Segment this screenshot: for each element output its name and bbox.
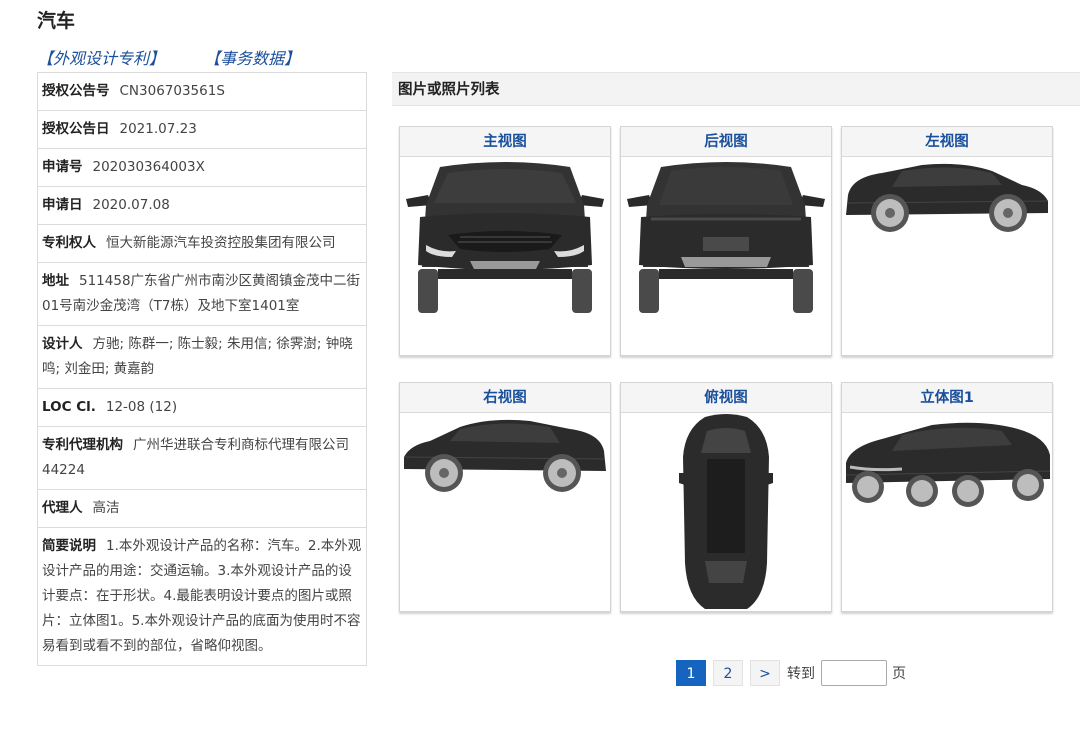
grant-date-row: 授权公告日 2021.07.23 <box>38 111 366 149</box>
view-card-right[interactable]: 右视图 <box>399 382 611 612</box>
page-2-button[interactable]: 2 <box>713 660 743 686</box>
loc-value: 12-08 (12) <box>105 399 178 415</box>
field-label: 授权公告号 <box>42 83 110 99</box>
transaction-data-link[interactable]: 【事务数据】 <box>204 49 300 68</box>
designer-value: 方驰; 陈群一; 陈士毅; 朱用信; 徐霁澍; 钟晓鸣; 刘金田; 黄嘉韵 <box>42 336 353 377</box>
brief-value: 1.本外观设计产品的名称：汽车。2.本外观设计产品的用途：交通运输。3.本外观设… <box>42 538 362 654</box>
field-label: 申请号 <box>42 159 83 175</box>
app-no-value: 202030364003X <box>92 159 205 175</box>
field-label: 专利权人 <box>42 235 96 251</box>
loc-row: LOC Cl. 12-08 (12) <box>38 389 366 427</box>
view-title[interactable]: 左视图 <box>842 127 1052 157</box>
view-card-front[interactable]: 主视图 <box>399 126 611 356</box>
address-row: 地址 511458广东省广州市南沙区黄阁镇金茂中二街01号南沙金茂湾（T7栋）及地… <box>38 263 366 326</box>
field-label: LOC Cl. <box>42 399 96 415</box>
app-date-value: 2020.07.08 <box>92 197 170 213</box>
patentee-value: 恒大新能源汽车投资控股集团有限公司 <box>106 235 336 251</box>
view-title[interactable]: 立体图1 <box>842 383 1052 413</box>
field-label: 授权公告日 <box>42 121 110 137</box>
grant-no-row: 授权公告号 CN306703561S <box>38 73 366 111</box>
top-links: 【外观设计专利】 【事务数据】 <box>37 45 300 69</box>
next-page-button[interactable]: > <box>750 660 780 686</box>
view-title[interactable]: 后视图 <box>621 127 831 157</box>
agent-row: 代理人 高洁 <box>38 490 366 528</box>
car-top-image[interactable] <box>621 413 831 611</box>
designer-row: 设计人 方驰; 陈群一; 陈士毅; 朱用信; 徐霁澍; 钟晓鸣; 刘金田; 黄嘉韵 <box>38 326 366 389</box>
grant-date-value: 2021.07.23 <box>119 121 197 137</box>
field-label: 申请日 <box>42 197 83 213</box>
field-label: 专利代理机构 <box>42 437 123 453</box>
page-unit-label: 页 <box>892 666 906 682</box>
app-no-row: 申请号 202030364003X <box>38 149 366 187</box>
car-front-image[interactable] <box>400 157 610 355</box>
page-number-input[interactable] <box>821 660 887 686</box>
address-value: 511458广东省广州市南沙区黄阁镇金茂中二街01号南沙金茂湾（T7栋）及地下室… <box>42 273 361 314</box>
brief-row: 简要说明 1.本外观设计产品的名称：汽车。2.本外观设计产品的用途：交通运输。3.… <box>38 528 366 666</box>
field-label: 代理人 <box>42 500 83 516</box>
agent-value: 高洁 <box>92 500 120 516</box>
goto-label: 转到 <box>787 666 815 682</box>
pagination: 1 2 > 转到 页 <box>676 660 906 686</box>
car-left-image[interactable] <box>842 157 1052 355</box>
page-title: 汽车 <box>37 10 76 32</box>
field-label: 设计人 <box>42 336 83 352</box>
view-title[interactable]: 右视图 <box>400 383 610 413</box>
car-3d-image[interactable] <box>842 413 1052 611</box>
agency-row: 专利代理机构 广州华进联合专利商标代理有限公司44224 <box>38 427 366 490</box>
design-patent-link[interactable]: 【外观设计专利】 <box>37 49 165 68</box>
app-date-row: 申请日 2020.07.08 <box>38 187 366 225</box>
field-label: 地址 <box>42 273 69 289</box>
view-card-left[interactable]: 左视图 <box>841 126 1053 356</box>
car-right-image[interactable] <box>400 413 610 611</box>
grant-no-value: CN306703561S <box>119 83 225 99</box>
car-rear-image[interactable] <box>621 157 831 355</box>
images-section-header: 图片或照片列表 <box>392 72 1080 106</box>
view-title[interactable]: 主视图 <box>400 127 610 157</box>
page-1-button[interactable]: 1 <box>676 660 706 686</box>
view-card-rear[interactable]: 后视图 <box>620 126 832 356</box>
field-label: 简要说明 <box>42 538 96 554</box>
view-card-top[interactable]: 俯视图 <box>620 382 832 612</box>
patentee-row: 专利权人 恒大新能源汽车投资控股集团有限公司 <box>38 225 366 263</box>
patent-info-panel: 授权公告号 CN306703561S 授权公告日 2021.07.23 申请号 202… <box>37 72 367 666</box>
view-card-3d[interactable]: 立体图1 <box>841 382 1053 612</box>
view-title[interactable]: 俯视图 <box>621 383 831 413</box>
